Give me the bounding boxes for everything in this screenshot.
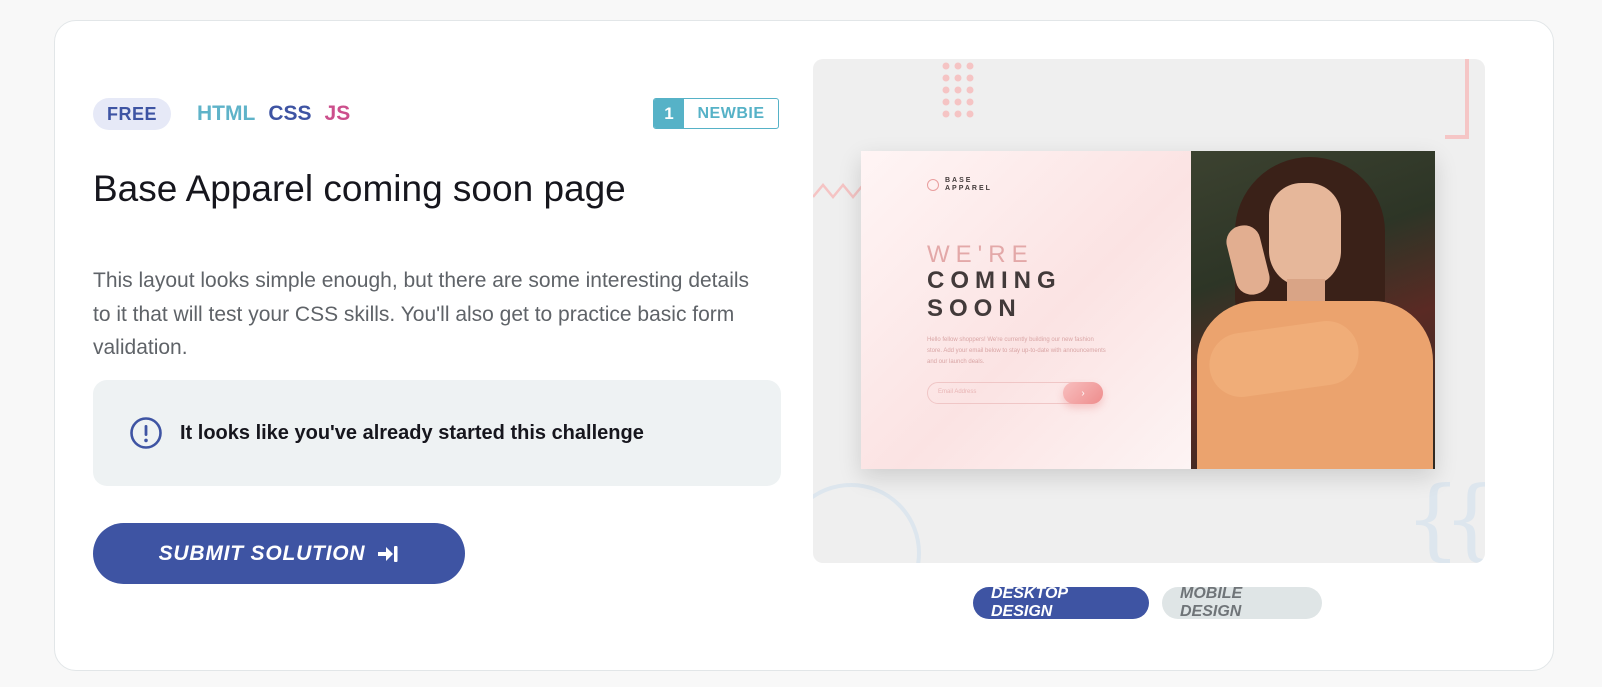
mobile-design-tab[interactable]: MOBILE DESIGN bbox=[1162, 585, 1322, 620]
submit-solution-label: SUBMIT SOLUTION bbox=[158, 541, 366, 565]
decorative-circle bbox=[813, 483, 921, 563]
mock-body-copy: Hello fellow shoppers! We're currently b… bbox=[927, 337, 1106, 365]
mock-logo: BASE APPAREL bbox=[927, 177, 1005, 193]
mock-heading-bold: COMING SOON bbox=[927, 267, 1062, 322]
mock-email-placeholder: Email Address bbox=[938, 389, 977, 395]
free-badge: FREE bbox=[93, 98, 172, 130]
mock-left-panel: BASE APPAREL WE'RE COMING SOON Hello fel… bbox=[861, 151, 1191, 469]
challenge-tags: FREE HTML CSS JS bbox=[93, 98, 350, 130]
mock-submit-arrow-icon: › bbox=[1063, 382, 1103, 404]
difficulty-level-number: 1 bbox=[654, 99, 684, 128]
mock-hero-photo bbox=[1191, 151, 1435, 469]
tag-html: HTML bbox=[197, 102, 256, 125]
tag-js: JS bbox=[324, 102, 351, 125]
photo-face bbox=[1269, 183, 1341, 287]
difficulty-level-label: NEWBIE bbox=[697, 104, 765, 122]
difficulty-badge: 1 NEWBIE bbox=[653, 98, 779, 129]
started-notice: It looks like you've already started thi… bbox=[93, 380, 781, 486]
arrow-into-bar-icon bbox=[377, 544, 399, 564]
desktop-design-tab[interactable]: DESKTOP DESIGN bbox=[973, 585, 1149, 620]
desktop-design-screenshot: BASE APPAREL WE'RE COMING SOON Hello fel… bbox=[861, 151, 1435, 469]
design-view-switch: DESKTOP DESIGN MOBILE DESIGN bbox=[973, 585, 1322, 620]
decorative-braces: {{ bbox=[1405, 467, 1485, 563]
challenge-card: FREE HTML CSS JS 1 NEWBIE Base Apparel c… bbox=[54, 20, 1554, 671]
challenge-title: Base Apparel coming soon page bbox=[93, 168, 626, 209]
decorative-bracket bbox=[1445, 59, 1469, 139]
mock-logo-text: BASE APPAREL bbox=[945, 177, 992, 192]
mock-logo-mark bbox=[927, 179, 939, 191]
submit-solution-button[interactable]: SUBMIT SOLUTION bbox=[93, 523, 465, 584]
mock-email-form: Email Address › bbox=[927, 382, 1103, 404]
decorative-dots bbox=[942, 62, 974, 118]
challenge-description: This layout looks simple enough, but the… bbox=[93, 269, 750, 359]
info-circle-icon bbox=[129, 416, 163, 450]
mock-heading-light: WE'RE bbox=[927, 241, 1034, 268]
tag-css: CSS bbox=[268, 102, 312, 125]
design-preview: {{ BASE APPAREL WE'RE COMING SOON Hello … bbox=[813, 59, 1485, 563]
decorative-zigzag bbox=[813, 183, 864, 199]
started-notice-text: It looks like you've already started thi… bbox=[180, 421, 644, 444]
